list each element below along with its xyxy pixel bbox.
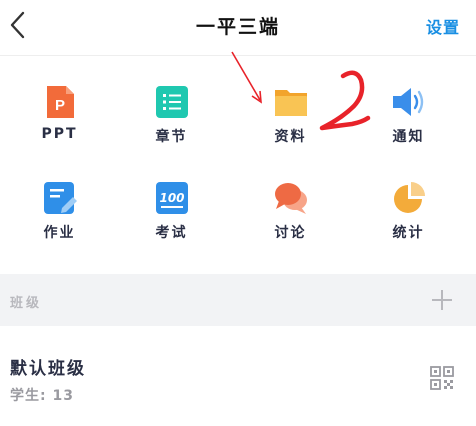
settings-button[interactable]: 设置: [426, 14, 460, 38]
grid-item-discussion[interactable]: 讨论: [231, 180, 350, 260]
discussion-bubbles-icon: [274, 183, 307, 214]
grid-item-chapter[interactable]: 章节: [112, 84, 231, 164]
speaker-icon: [392, 88, 423, 116]
grid-item-label: 资料: [274, 129, 307, 145]
homework-edit-icon: [43, 182, 77, 214]
student-count: 学生: 13: [10, 388, 74, 404]
page-title: 一平三端: [195, 16, 280, 38]
chapter-list-icon: [155, 86, 188, 118]
svg-text:P: P: [54, 97, 64, 114]
grid-item-label: 章节: [155, 129, 188, 145]
grid-item-label: PPT: [41, 126, 78, 142]
grid-item-statistics[interactable]: 统计: [349, 180, 468, 260]
grid-item-exam[interactable]: 100 考试: [112, 180, 231, 260]
class-list-item[interactable]: 默认班级 学生: 13: [0, 326, 476, 426]
svg-text:100: 100: [159, 191, 184, 205]
plus-icon[interactable]: [430, 288, 454, 312]
divider: [0, 55, 476, 56]
grid-item-label: 考试: [155, 225, 188, 241]
grid-item-label: 通知: [392, 129, 425, 145]
grid-item-label: 作业: [43, 225, 76, 241]
pie-chart-icon: [393, 182, 425, 213]
grid-item-notice[interactable]: 通知: [349, 84, 468, 164]
class-section-header: 班级: [0, 274, 476, 326]
exam-100-icon: 100: [155, 182, 188, 214]
folder-icon: [274, 90, 307, 116]
ppt-icon: P: [46, 86, 74, 118]
grid-item-label: 统计: [392, 225, 425, 241]
class-section-label: 班级: [10, 296, 43, 311]
class-name: 默认班级: [10, 359, 86, 379]
grid-item-homework[interactable]: 作业: [0, 180, 119, 260]
grid-item-label: 讨论: [274, 225, 307, 241]
header-bar: 一平三端 设置: [0, 0, 476, 50]
qr-code-icon[interactable]: [430, 366, 454, 390]
grid-item-ppt[interactable]: P PPT: [0, 84, 119, 164]
grid-item-materials[interactable]: 资料: [231, 84, 350, 164]
